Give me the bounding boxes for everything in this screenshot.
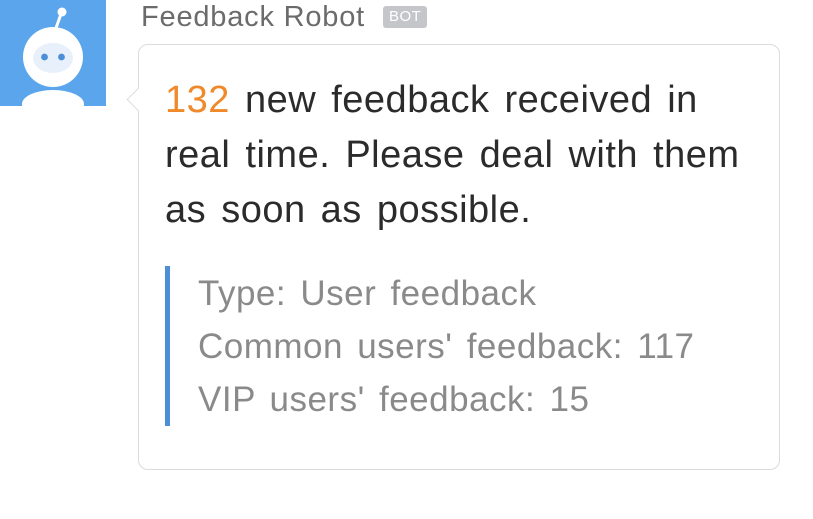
detail-type: Type: User feedback (198, 274, 537, 313)
message-body: new feedback received in real time. Plea… (165, 79, 740, 231)
bubble-tail (126, 87, 151, 112)
feedback-count: 132 (165, 79, 230, 121)
robot-avatar-icon[interactable] (0, 0, 106, 106)
message-bubble[interactable]: 132 new feedback received in real time. … (126, 44, 780, 470)
quote-bar (165, 266, 170, 426)
bot-badge: BOT (383, 6, 428, 28)
sender-name[interactable]: Feedback Robot (141, 1, 365, 34)
sender-row: Feedback Robot BOT (141, 0, 428, 34)
detail-vip-users: VIP users' feedback: 15 (198, 380, 590, 419)
message-text: 132 new feedback received in real time. … (165, 73, 755, 238)
detail-common-users: Common users' feedback: 117 (198, 327, 695, 366)
details-list: Type: User feedback Common users' feedba… (198, 267, 695, 426)
chat-message: Feedback Robot BOT 132 new feedback rece… (0, 0, 813, 519)
feedback-details: Type: User feedback Common users' feedba… (165, 266, 755, 426)
